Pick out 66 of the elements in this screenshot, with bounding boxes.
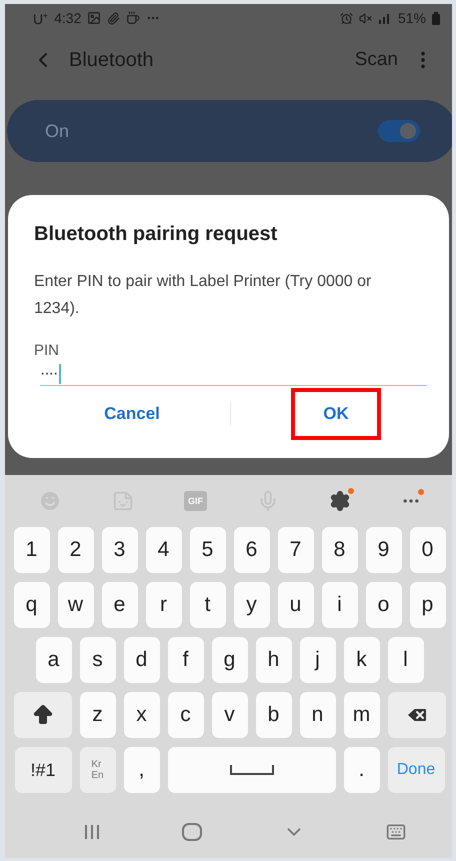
backspace-key[interactable] bbox=[388, 692, 446, 738]
keyboard-key[interactable]: j bbox=[300, 637, 336, 683]
keyboard-key[interactable]: . bbox=[344, 747, 380, 793]
keyboard-key[interactable]: i bbox=[322, 582, 358, 628]
switch-label: On bbox=[45, 120, 70, 142]
keyboard-key[interactable]: u bbox=[278, 582, 314, 628]
image-icon bbox=[87, 11, 102, 25]
keyboard-key[interactable]: 3 bbox=[102, 527, 138, 573]
status-time: 4:32 bbox=[54, 10, 82, 26]
keyboard-key[interactable]: e bbox=[102, 582, 138, 628]
keyboard-key[interactable]: p bbox=[410, 582, 446, 628]
mute-icon bbox=[358, 12, 372, 24]
keyboard-key[interactable]: 6 bbox=[234, 527, 270, 573]
keyboard-key[interactable]: y bbox=[234, 582, 270, 628]
keyboard-key[interactable]: 9 bbox=[366, 527, 402, 573]
cup-icon bbox=[126, 11, 140, 25]
keyboard-key[interactable]: b bbox=[256, 692, 292, 738]
keyboard-key[interactable]: w bbox=[58, 582, 94, 628]
keyboard-key[interactable]: 4 bbox=[146, 527, 182, 573]
keyboard-key[interactable]: c bbox=[168, 692, 204, 738]
keyboard-key[interactable]: 0 bbox=[410, 527, 446, 573]
keyboard-key[interactable]: g bbox=[212, 637, 248, 683]
dialog-button[interactable]: Cancel bbox=[72, 388, 192, 440]
keyboard-key[interactable]: h bbox=[256, 637, 292, 683]
toggle-switch[interactable] bbox=[378, 120, 420, 142]
dialog-title: Bluetooth pairing request bbox=[34, 223, 278, 246]
language-key[interactable]: Kr En bbox=[80, 747, 116, 793]
keyboard-key[interactable]: z bbox=[80, 692, 116, 738]
keyboard-key[interactable]: x bbox=[124, 692, 160, 738]
dialog-button[interactable]: OK bbox=[291, 388, 381, 440]
keyboard-key[interactable]: 7 bbox=[278, 527, 314, 573]
paperclip-icon bbox=[107, 12, 120, 24]
keyboard-key[interactable]: v bbox=[212, 692, 248, 738]
keyboard-key[interactable]: k bbox=[344, 637, 380, 683]
battery-percent: 51% bbox=[398, 10, 426, 26]
screen-title: Bluetooth bbox=[69, 48, 154, 72]
keyboard-key[interactable]: o bbox=[366, 582, 402, 628]
keyboard-key[interactable]: , bbox=[124, 747, 160, 793]
keyboard-key[interactable]: q bbox=[14, 582, 50, 628]
battery-icon bbox=[432, 12, 440, 24]
keyboard-key[interactable]: a bbox=[36, 637, 72, 683]
keyboard-key[interactable]: d bbox=[124, 637, 160, 683]
carrier-label: U⁺ bbox=[33, 10, 48, 28]
keyboard-key[interactable]: 1 bbox=[14, 527, 50, 573]
keyboard-key[interactable]: 8 bbox=[322, 527, 358, 573]
keyboard-key[interactable]: f bbox=[168, 637, 204, 683]
keyboard-key[interactable]: r bbox=[146, 582, 182, 628]
keyboard-key[interactable]: s bbox=[80, 637, 116, 683]
shift-key[interactable] bbox=[14, 692, 72, 738]
symbols-key[interactable]: !#1 bbox=[14, 747, 72, 793]
keyboard-key[interactable]: 5 bbox=[190, 527, 226, 573]
settings-icon[interactable] bbox=[329, 490, 351, 512]
alarm-icon bbox=[340, 12, 353, 24]
field-label: PIN bbox=[34, 342, 60, 359]
keyboard-key[interactable]: m bbox=[344, 692, 380, 738]
keyboard-key[interactable]: t bbox=[190, 582, 226, 628]
pin-field[interactable]: ···· bbox=[40, 363, 427, 386]
space-icon bbox=[230, 764, 274, 776]
dialog-message: Enter PIN to pair with Label Printer (Try 0000 or 1234). bbox=[34, 272, 372, 319]
keyboard-icon[interactable] bbox=[386, 822, 406, 842]
keyboard-key[interactable]: 2 bbox=[58, 527, 94, 573]
keyboard-key[interactable]: l bbox=[388, 637, 424, 683]
signal-icon bbox=[378, 12, 392, 24]
recent-apps-icon[interactable] bbox=[83, 824, 102, 840]
home-icon[interactable] bbox=[182, 823, 202, 841]
keyboard-key[interactable]: n bbox=[300, 692, 336, 738]
